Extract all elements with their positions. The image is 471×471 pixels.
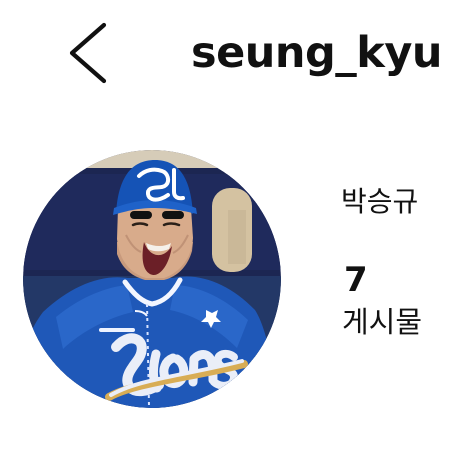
profile-avatar[interactable] <box>23 150 281 408</box>
profile-header: seung_kyu <box>0 0 471 110</box>
posts-count: 7 <box>344 260 368 300</box>
avatar-image <box>23 150 281 408</box>
chevron-left-icon <box>69 22 107 84</box>
profile-page: seung_kyu 박승규 7 게시물 <box>0 0 471 471</box>
posts-stat[interactable]: 7 게시물 <box>342 258 454 348</box>
profile-display-name: 박승규 <box>341 185 419 218</box>
back-button[interactable] <box>62 20 114 86</box>
profile-username: seung_kyu <box>191 28 443 78</box>
posts-label: 게시물 <box>342 305 423 339</box>
